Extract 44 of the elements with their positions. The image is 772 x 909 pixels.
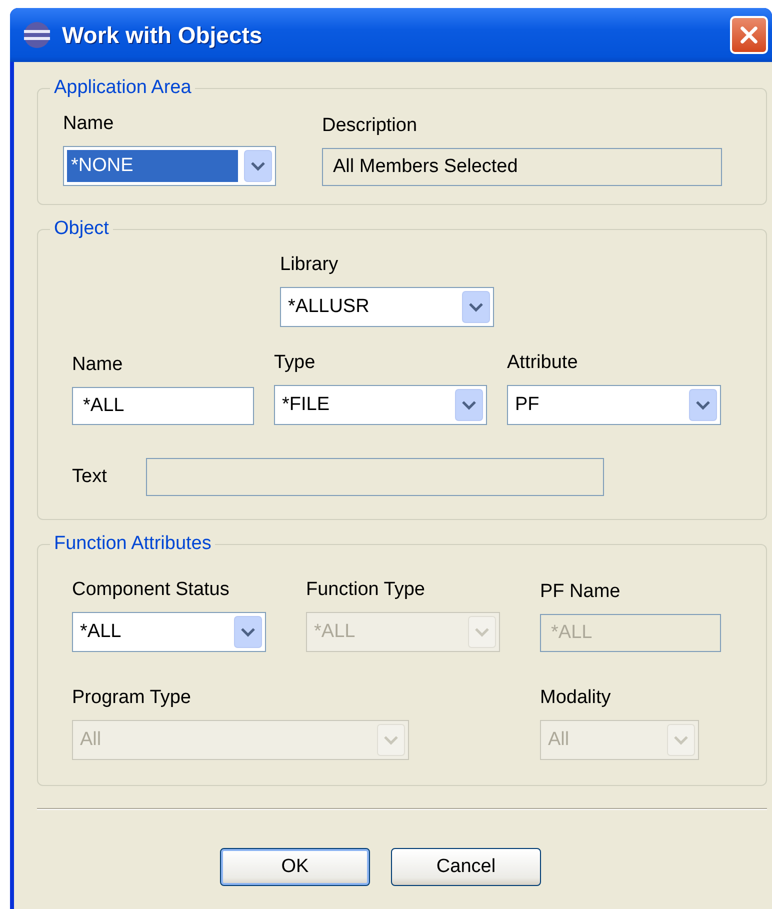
text-field[interactable]: All Members Selected (322, 148, 722, 186)
dropdown-value: All (547, 728, 570, 752)
chevron-down-icon (468, 616, 496, 648)
cancel-button[interactable]: Cancel (391, 848, 541, 886)
ok-button[interactable]: OK (220, 848, 370, 886)
dropdown[interactable]: PF (507, 385, 721, 425)
dropdown-value: *FILE (281, 393, 331, 417)
chevron-down-icon (689, 389, 717, 421)
field-label: Type (274, 352, 316, 374)
dropdown-value: *NONE (67, 150, 238, 182)
dropdown[interactable]: *ALL (72, 612, 266, 652)
chevron-down-icon (377, 724, 405, 756)
dropdown-value: *ALL (79, 620, 122, 644)
group-title: Application Area (50, 76, 196, 100)
dropdown[interactable]: *NONE (63, 146, 276, 186)
close-button[interactable] (730, 16, 768, 54)
text-field[interactable]: *ALL (72, 387, 254, 425)
field-label: Modality (540, 687, 612, 709)
group-title: Object (50, 217, 113, 241)
field-label: Attribute (507, 352, 579, 374)
field-label: Component Status (72, 579, 230, 601)
field-label: Description (322, 115, 418, 137)
chevron-down-icon (244, 150, 272, 182)
dropdown[interactable]: *FILE (274, 385, 487, 425)
close-icon (738, 24, 760, 46)
field-label: Text (72, 466, 108, 488)
field-label: Function Type (306, 579, 426, 601)
field-label: Program Type (72, 687, 192, 709)
window-title: Work with Objects (62, 22, 264, 48)
chevron-down-icon (667, 724, 695, 756)
dropdown[interactable]: *ALLUSR (280, 287, 494, 327)
chevron-down-icon (234, 616, 262, 648)
chevron-down-icon (462, 291, 490, 323)
dropdown-value: *ALL (313, 620, 356, 644)
globe-icon (22, 20, 52, 50)
text-field[interactable] (146, 458, 604, 496)
field-label: Name (63, 113, 115, 135)
field-label: Library (280, 254, 340, 276)
chevron-down-icon (455, 389, 483, 421)
dropdown-value: PF (514, 393, 540, 417)
dropdown-value: All (79, 728, 102, 752)
field-label: Name (72, 354, 124, 376)
field-label: PF Name (540, 581, 622, 603)
dropdown-value: *ALLUSR (287, 295, 370, 319)
